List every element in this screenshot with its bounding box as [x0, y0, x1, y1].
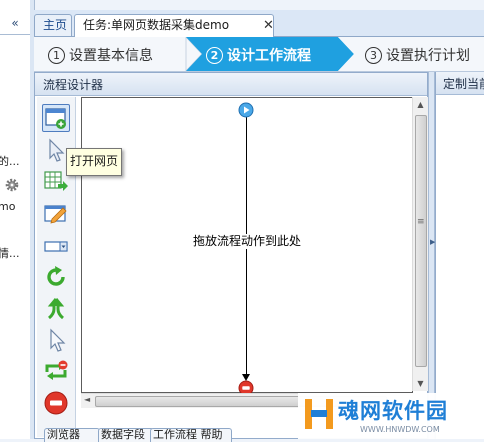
panel-splitter[interactable]: ▶	[428, 72, 435, 439]
task-list-fragment[interactable]: 的...	[0, 153, 20, 169]
bottom-tab-strip: 浏览器 数据字段 工作流程 帮助	[40, 426, 280, 442]
panel-title: 流程设计器	[43, 78, 104, 92]
watermark: 魂网软件园 WWW.HNWDW.COM	[298, 393, 484, 439]
custom-panel: 定制当前	[435, 72, 484, 439]
wizard-step-1[interactable]: 1 设置基本信息	[48, 45, 153, 65]
condition-branch-icon[interactable]	[43, 296, 69, 322]
input-text-icon[interactable]	[43, 201, 69, 227]
mouse-hover-icon[interactable]	[43, 327, 69, 353]
wizard-step-2[interactable]: 2 设计工作流程	[206, 45, 311, 65]
watermark-url: WWW.HNWDW.COM	[360, 425, 440, 434]
scroll-down-icon[interactable]: ▼	[416, 379, 425, 388]
open-page-icon[interactable]	[42, 104, 70, 132]
watermark-logo	[302, 396, 336, 432]
watermark-text: 魂网软件园	[338, 399, 448, 423]
tab-workflow-help[interactable]: 工作流程 帮助	[150, 428, 232, 442]
tab-task-label: 任务:单网页数据采集demo	[83, 18, 230, 32]
tab-home[interactable]: 主页	[34, 14, 72, 36]
loop-icon[interactable]	[43, 264, 69, 290]
scroll-left-icon[interactable]: ◄	[84, 395, 90, 404]
step-number: 2	[206, 47, 223, 64]
step-number: 1	[48, 47, 65, 64]
scroll-up-icon[interactable]: ▲	[416, 100, 425, 109]
flow-start-icon[interactable]	[238, 102, 254, 118]
left-collapsed-pane: « 的... mo 情...	[0, 0, 31, 439]
step-label: 设置执行计划	[386, 48, 470, 64]
close-icon[interactable]: ✕	[263, 15, 274, 36]
tab-browser[interactable]: 浏览器	[44, 428, 100, 442]
tab-task[interactable]: 任务:单网页数据采集demo ✕	[74, 14, 274, 37]
task-list-fragment[interactable]: 情...	[0, 245, 20, 261]
task-list-fragment[interactable]: mo	[0, 200, 15, 213]
wizard-steps: 1 设置基本信息 2 设计工作流程 3 设置执行计划	[34, 37, 484, 72]
grip-icon: ≡	[417, 217, 425, 227]
wizard-step-3[interactable]: 3 设置执行计划	[365, 45, 470, 65]
vertical-scrollbar[interactable]: ▲ ≡ ▼	[412, 97, 428, 391]
flow-canvas[interactable]: 拖放流程动作到此处	[81, 97, 413, 396]
switch-dropdown-icon[interactable]	[43, 233, 69, 259]
loop-page-icon[interactable]	[43, 358, 69, 384]
scroll-thumb[interactable]	[415, 115, 427, 367]
drop-hint-text: 拖放流程动作到此处	[192, 234, 302, 249]
panel-title: 定制当前	[443, 77, 484, 91]
document-tab-strip: 主页 任务:单网页数据采集demo ✕	[34, 10, 484, 37]
flow-designer-panel: 流程设计器 拖放流程动作到此处 ▲ ≡ ▼ ◄	[34, 72, 428, 439]
panel-header: 流程设计器	[35, 73, 427, 96]
gear-icon[interactable]	[4, 177, 20, 193]
tooltip: 打开网页	[66, 148, 122, 176]
step-label: 设置基本信息	[69, 48, 153, 64]
tab-data-fields[interactable]: 数据字段	[98, 428, 154, 442]
divider	[0, 34, 30, 35]
step-number: 3	[365, 47, 382, 64]
collapse-pane-button[interactable]: «	[0, 12, 30, 34]
step-label: 设计工作流程	[227, 48, 311, 64]
stop-icon[interactable]	[43, 390, 69, 416]
panel-header: 定制当前	[436, 72, 484, 95]
